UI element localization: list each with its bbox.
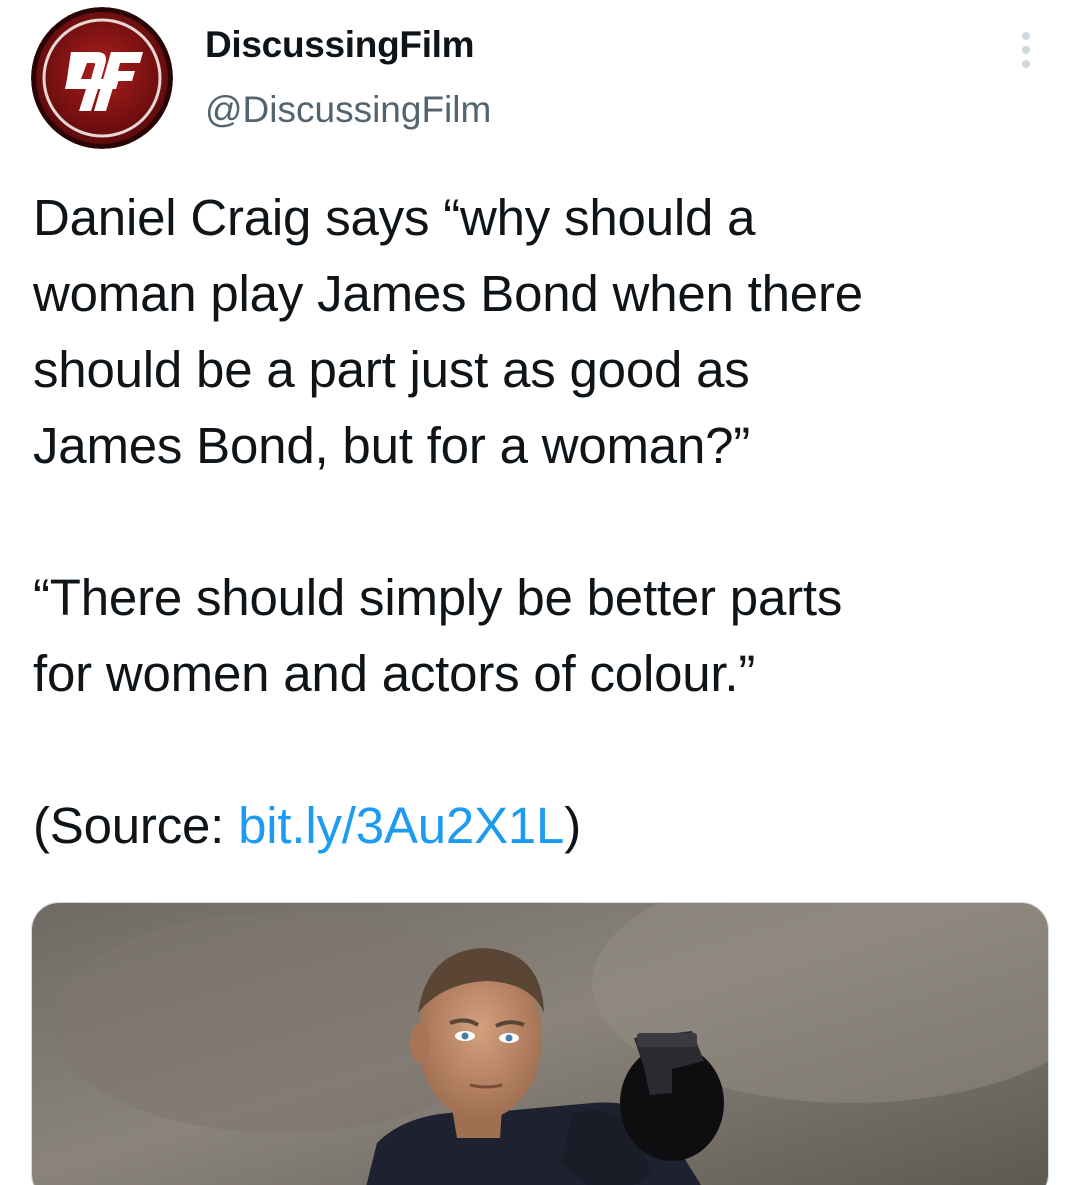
more-options-button[interactable] (1006, 26, 1046, 74)
tweet-text-line: Daniel Craig says “why should a (33, 189, 756, 246)
photo-content (32, 903, 1048, 1185)
tweet-photo[interactable] (31, 902, 1049, 1185)
tweet-text-line: “There should simply be better parts (33, 569, 843, 626)
source-link[interactable]: bit.ly/3Au2X1L (238, 797, 564, 854)
source-suffix: ) (564, 797, 582, 854)
display-name[interactable]: DiscussingFilm (205, 24, 475, 66)
tweet-card: DiscussingFilm @DiscussingFilm Daniel Cr… (0, 0, 1080, 1185)
more-vertical-icon (1022, 32, 1030, 68)
tweet-text: Daniel Craig says “why should a woman pl… (33, 180, 1043, 864)
source-line: (Source: bit.ly/3Au2X1L) (33, 788, 1043, 864)
user-handle[interactable]: @DiscussingFilm (205, 89, 491, 131)
tweet-text-line: James Bond, but for a woman?” (33, 417, 751, 474)
avatar[interactable] (31, 7, 173, 149)
source-prefix: (Source: (33, 797, 239, 854)
tweet-text-line: woman play James Bond when there (33, 265, 863, 322)
discussingfilm-logo-icon (31, 7, 173, 149)
tweet-text-line: for women and actors of colour.” (33, 645, 756, 702)
tweet-text-line: should be a part just as good as (33, 341, 750, 398)
